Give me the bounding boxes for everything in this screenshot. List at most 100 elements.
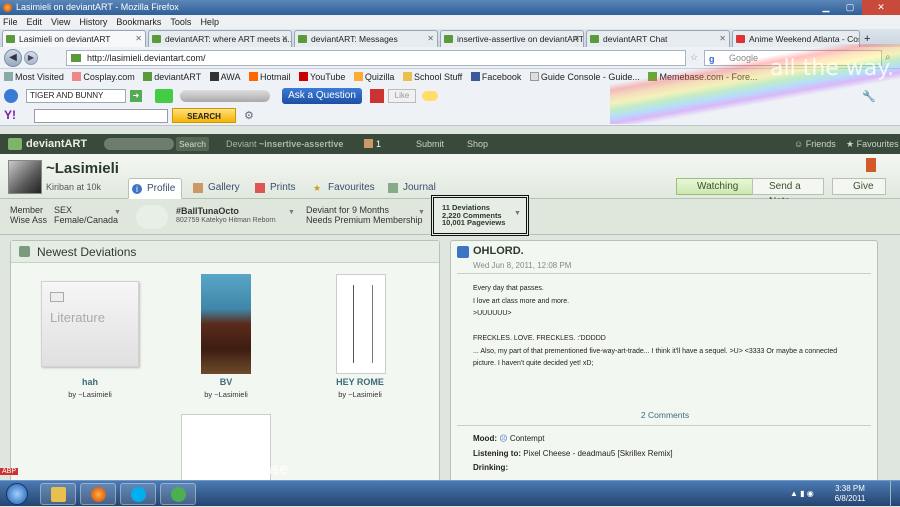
bookmark-guide[interactable]: Guide Console - Guide... xyxy=(529,72,640,82)
media-player-controls[interactable] xyxy=(180,90,270,102)
new-tab-button[interactable]: + xyxy=(864,31,878,47)
shop-link[interactable]: Shop xyxy=(467,134,488,154)
like-button[interactable]: Like xyxy=(388,89,416,103)
tab-gallery[interactable]: Gallery xyxy=(190,178,240,199)
bookmark-youtube[interactable]: YouTube xyxy=(299,72,345,82)
deviation-title[interactable]: BV xyxy=(167,377,285,387)
url-text: http://lasimieli.deviantart.com/ xyxy=(87,53,206,63)
memebase-icon xyxy=(648,72,658,81)
search-icon[interactable]: ⌕ xyxy=(885,52,891,63)
tab-messages[interactable]: deviantART: Messages ✕ xyxy=(294,30,438,47)
bookmark-quizilla[interactable]: Quizilla xyxy=(353,72,394,82)
close-tab-icon[interactable]: ✕ xyxy=(281,31,288,47)
journal-mood: Mood: ☹ Contempt xyxy=(473,434,545,443)
smiley-icon[interactable] xyxy=(155,89,173,103)
deviation-thumb-literature[interactable]: Literature xyxy=(41,281,139,367)
da-search-button[interactable]: Search xyxy=(176,137,209,151)
bookmark-facebook[interactable]: Facebook xyxy=(470,72,521,82)
tab-journal[interactable]: Journal xyxy=(385,178,436,199)
close-tab-icon[interactable]: ✕ xyxy=(135,31,142,47)
friends-link[interactable]: ☺ Friends xyxy=(794,134,836,154)
start-button[interactable] xyxy=(6,483,28,505)
tab-profile[interactable]: i Profile xyxy=(128,178,183,199)
go-arrow-icon[interactable]: ➜ xyxy=(130,90,142,102)
username[interactable]: ~Lasimieli xyxy=(46,160,119,177)
deviation-icon xyxy=(19,246,30,257)
deviant-switcher[interactable]: Deviant ~insertive-assertive xyxy=(226,134,343,154)
yahoo-search-button[interactable]: SEARCH xyxy=(172,108,236,123)
favourites-link[interactable]: ★ Favourites xyxy=(846,134,899,154)
back-button[interactable]: ◀ xyxy=(4,49,22,67)
deviation-thumb-hey-rome[interactable] xyxy=(336,274,386,374)
da-header: deviantART Search Deviant ~insertive-ass… xyxy=(0,134,900,154)
yahoo-logo[interactable]: Y! xyxy=(4,108,16,122)
minimize-button[interactable]: ▁ xyxy=(814,0,838,15)
menu-history[interactable]: History xyxy=(79,15,107,29)
settings-gear-icon[interactable]: ⚙ xyxy=(244,109,254,122)
chevron-down-icon[interactable]: ▼ xyxy=(114,209,121,216)
tab-deviantart-home[interactable]: deviantART: where ART meets a... ✕ xyxy=(148,30,292,47)
tab-prints[interactable]: Prints xyxy=(252,178,296,199)
menu-edit[interactable]: Edit xyxy=(27,15,43,29)
taskbar-messenger[interactable] xyxy=(160,483,196,505)
deviation-thumb-bv[interactable] xyxy=(201,274,251,374)
bookmark-hotmail[interactable]: Hotmail xyxy=(248,72,291,82)
chevron-down-icon[interactable]: ▼ xyxy=(418,209,425,216)
bookmark-star-icon[interactable]: ☆ xyxy=(690,52,698,63)
tab-lasimieli[interactable]: Lasimieli on deviantART ✕ xyxy=(2,30,146,47)
tab-favourites[interactable]: ★ Favourites xyxy=(310,178,375,199)
deviation-title[interactable]: HEY ROME xyxy=(301,377,419,387)
bookmark-memebase[interactable]: Memebase.com - Fore... xyxy=(648,72,757,82)
taskbar-folder[interactable] xyxy=(40,483,76,505)
deviation-author[interactable]: by ~Lasimieli xyxy=(301,390,419,399)
close-tab-icon[interactable]: ✕ xyxy=(573,31,580,47)
deviation-title[interactable]: hah xyxy=(31,377,149,387)
close-tab-icon[interactable]: ✕ xyxy=(427,31,434,47)
da-search-input[interactable] xyxy=(104,138,174,150)
forward-button[interactable]: ▶ xyxy=(24,51,38,65)
comments-link[interactable]: 2 Comments xyxy=(451,410,879,420)
bookmark-deviantart[interactable]: deviantART xyxy=(143,72,201,82)
maximize-button[interactable]: ▢ xyxy=(838,0,862,15)
url-bar[interactable]: http://lasimieli.deviantart.com/ xyxy=(66,50,686,66)
close-tab-icon[interactable]: ✕ xyxy=(719,31,726,47)
journal-title[interactable]: OHLORD. xyxy=(473,245,524,257)
taskbar-skype[interactable] xyxy=(120,483,156,505)
submit-link[interactable]: Submit xyxy=(416,134,444,154)
yahoo-search-input[interactable] xyxy=(34,109,168,123)
menu-file[interactable]: File xyxy=(3,15,18,29)
da-logo[interactable]: deviantART xyxy=(8,137,87,151)
ask-question-button[interactable]: Ask a Question xyxy=(282,88,362,104)
stats-box[interactable]: 11 Deviations 2,220 Comments 10,001 Page… xyxy=(431,195,529,236)
chevron-down-icon[interactable]: ▼ xyxy=(288,209,295,216)
chevron-down-icon[interactable]: ▼ xyxy=(514,210,521,218)
deviation-author[interactable]: by ~Lasimieli xyxy=(167,390,285,399)
bookmark-cosplay[interactable]: Cosplay.com xyxy=(72,72,135,82)
menu-help[interactable]: Help xyxy=(200,15,219,29)
search-box[interactable]: g Google xyxy=(704,50,882,66)
send-note-button[interactable]: Send a Note xyxy=(752,178,824,207)
tab-chat[interactable]: deviantART Chat ✕ xyxy=(586,30,730,47)
tab-awa[interactable]: Anime Weekend Atlanta - Cosp... xyxy=(732,30,860,47)
wrench-icon[interactable]: 🔧 xyxy=(862,90,876,103)
bookmark-most-visited[interactable]: Most Visited xyxy=(4,72,64,82)
bookmark-awa[interactable]: AWA xyxy=(209,72,240,82)
system-tray[interactable]: ▲ ▮ ◉ xyxy=(790,489,820,499)
deviation-author[interactable]: by ~Lasimieli xyxy=(31,390,149,399)
tab-insertive-assertive[interactable]: insertive-assertive on deviantART ✕ xyxy=(440,30,584,47)
menu-tools[interactable]: Tools xyxy=(170,15,191,29)
clock[interactable]: 3:38 PM 6/8/2011 xyxy=(826,484,874,504)
show-desktop-button[interactable] xyxy=(890,481,900,507)
toolbar-search-input[interactable]: TIGER AND BUNNY xyxy=(26,89,126,103)
cloud-icon[interactable] xyxy=(422,91,438,101)
taskbar-firefox[interactable] xyxy=(80,483,116,505)
bookmark-school[interactable]: School Stuff xyxy=(402,72,462,82)
avatar[interactable] xyxy=(8,160,42,194)
give-button[interactable]: Give xyxy=(832,178,886,195)
message-count[interactable]: 1 xyxy=(364,134,381,154)
close-button[interactable]: ✕ xyxy=(862,0,900,15)
featured-tag[interactable]: #BallTunaOcto xyxy=(176,206,239,216)
menu-bookmarks[interactable]: Bookmarks xyxy=(116,15,161,29)
menu-view[interactable]: View xyxy=(51,15,70,29)
profile-thumb-icon[interactable] xyxy=(370,89,384,103)
